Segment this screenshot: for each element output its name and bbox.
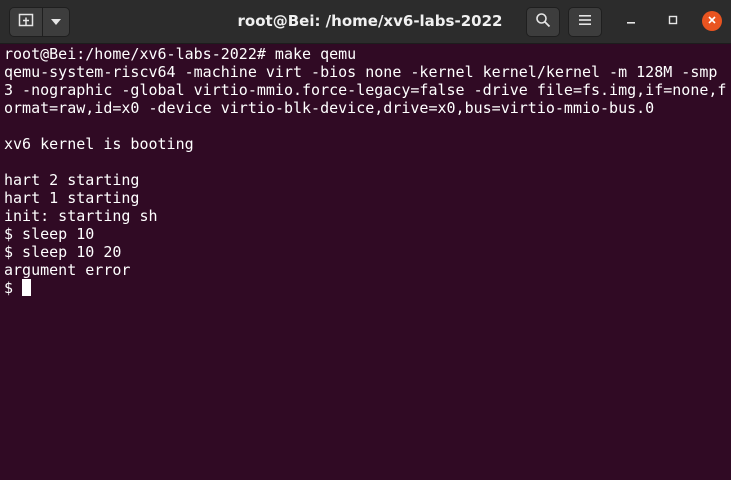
minimize-button[interactable] <box>620 11 642 33</box>
window-title: root@Bei: /home/xv6-labs-2022 <box>237 12 503 30</box>
close-button[interactable] <box>702 11 722 31</box>
new-tab-button[interactable] <box>9 7 43 37</box>
minimize-icon <box>625 13 637 31</box>
terminal-line: qemu-system-riscv64 -machine virt -bios … <box>4 63 718 81</box>
terminal-line: init: starting sh <box>4 207 158 225</box>
terminal-line: 3 -nographic -global virtio-mmio.force-l… <box>4 81 727 99</box>
terminal-new-tab-icon <box>18 12 34 33</box>
menu-button[interactable] <box>568 7 602 37</box>
terminal-prompt-line[interactable]: $ <box>4 279 731 297</box>
terminal-window: root@Bei: /home/xv6-labs-2022 root@Bei:/… <box>0 0 731 480</box>
shell-prompt: $ <box>4 279 23 297</box>
new-tab-dropdown-button[interactable] <box>42 7 70 37</box>
terminal-line: $ sleep 10 <box>4 225 95 243</box>
search-button[interactable] <box>526 7 560 37</box>
maximize-button[interactable] <box>662 11 684 33</box>
hamburger-menu-icon <box>578 13 592 31</box>
search-icon <box>535 12 551 33</box>
terminal-output[interactable]: root@Bei:/home/xv6-labs-2022# make qemu … <box>0 45 731 480</box>
terminal-line: root@Bei:/home/xv6-labs-2022# make qemu <box>4 45 357 63</box>
maximize-icon <box>667 13 679 31</box>
terminal-line: xv6 kernel is booting <box>4 135 194 153</box>
terminal-line: $ sleep 10 20 <box>4 243 122 261</box>
terminal-line: hart 1 starting <box>4 189 140 207</box>
close-icon <box>707 12 717 30</box>
terminal-line: ormat=raw,id=x0 -device virtio-blk-devic… <box>4 99 655 117</box>
chevron-down-icon <box>50 13 62 31</box>
terminal-line: argument error <box>4 261 131 279</box>
text-cursor <box>22 279 32 296</box>
title-bar: root@Bei: /home/xv6-labs-2022 <box>0 0 731 44</box>
terminal-line: hart 2 starting <box>4 171 140 189</box>
